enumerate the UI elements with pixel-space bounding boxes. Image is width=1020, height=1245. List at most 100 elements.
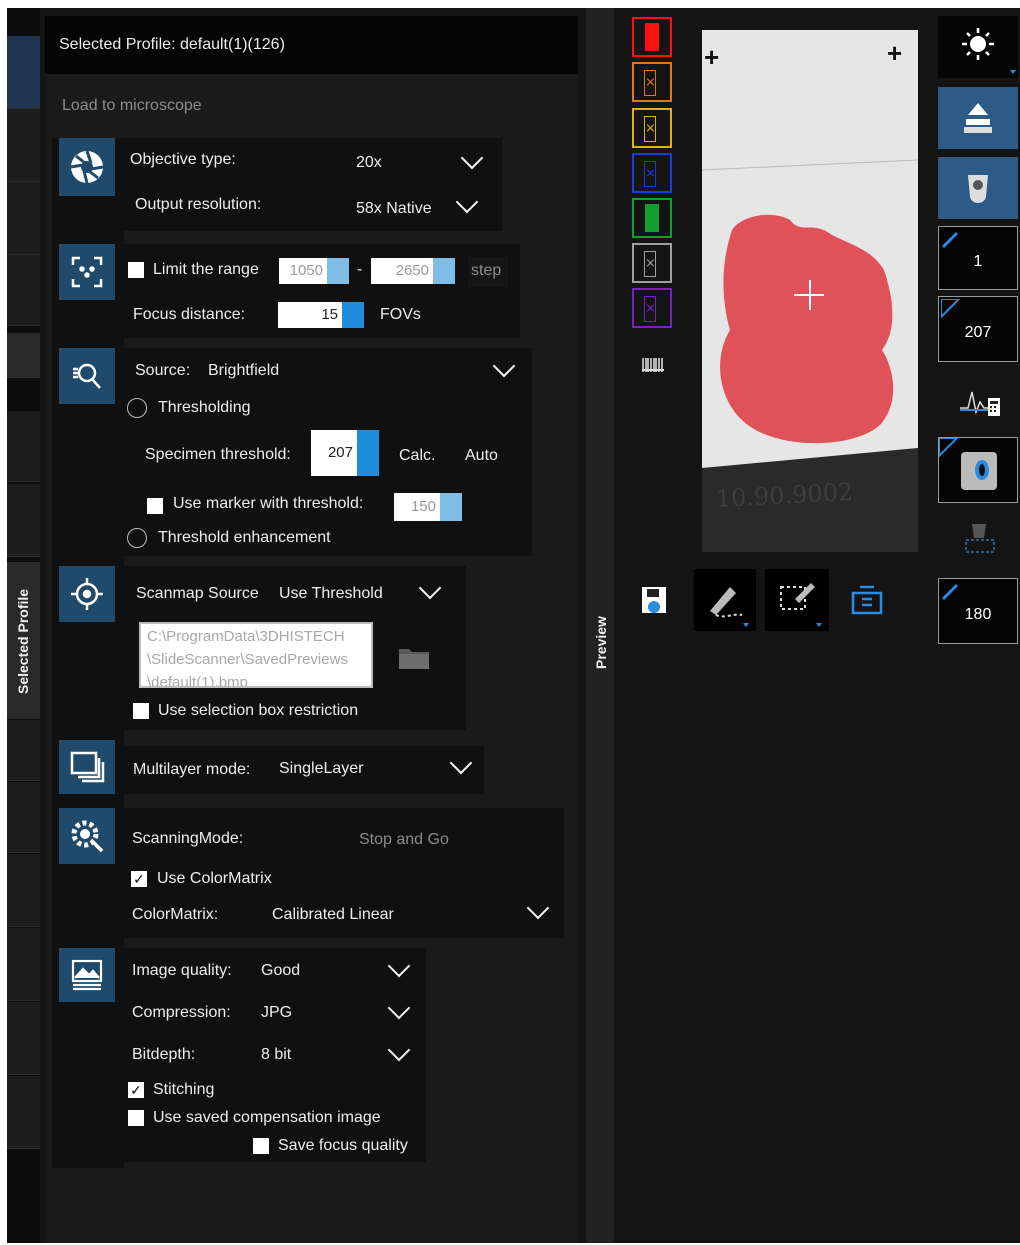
compensation-label: Use saved compensation image: [153, 1109, 381, 1126]
objective-type-dropdown[interactable]: 20x: [345, 146, 493, 178]
bitdepth-label: Bitdepth:: [132, 1046, 196, 1063]
chevron-down-icon: [460, 146, 484, 170]
calc-button[interactable]: Calc.: [399, 447, 435, 465]
stage-disabled-icon: [962, 522, 998, 561]
image-quality-dropdown[interactable]: Good: [250, 954, 418, 987]
colormatrix-label: ColorMatrix:: [132, 906, 219, 923]
scanmap-source-label: Scanmap Source: [136, 585, 259, 602]
auto-button[interactable]: Auto: [465, 447, 498, 465]
multilayer-dropdown[interactable]: SingleLayer: [268, 751, 480, 786]
strip-tab[interactable]: [7, 109, 40, 182]
color-swatch-gray[interactable]: ⨯: [632, 243, 672, 283]
strip-tab[interactable]: [7, 928, 40, 1001]
objective-lens-button[interactable]: [938, 157, 1018, 219]
use-colormatrix-checkbox[interactable]: ✓: [131, 871, 147, 887]
compression-value: JPG: [261, 1004, 293, 1021]
step-button[interactable]: step: [468, 257, 508, 287]
marker-threshold-spinner[interactable]: [440, 493, 462, 521]
value-box-1[interactable]: 1: [938, 226, 1018, 290]
tab-selected-profile-label: Selected Profile: [15, 588, 31, 694]
use-marker-checkbox[interactable]: [147, 498, 163, 514]
stitching-checkbox[interactable]: ✓: [128, 1082, 144, 1098]
plus-icon[interactable]: +: [887, 38, 902, 69]
load-to-microscope-link[interactable]: Load to microscope: [62, 97, 202, 115]
objective-type-value: 20x: [356, 154, 382, 171]
strip-tab[interactable]: [7, 1002, 40, 1075]
range-from-input[interactable]: 1050: [279, 258, 327, 284]
save-icon[interactable]: [640, 585, 668, 622]
barcode-icon[interactable]: [642, 358, 664, 377]
value-box-3[interactable]: 180: [938, 578, 1018, 644]
scanmap-path-field[interactable]: C:\ProgramData\3DHISTECH \SlideScanner\S…: [139, 622, 373, 688]
output-resolution-dropdown[interactable]: 58x Native: [345, 190, 493, 224]
source-search-icon: [59, 348, 115, 404]
draw-tool-button[interactable]: [694, 569, 756, 631]
limit-range-label: Limit the range: [153, 261, 259, 278]
stage-icon[interactable]: [850, 583, 884, 624]
strip-tab[interactable]: [7, 333, 40, 378]
contrast-button[interactable]: [938, 437, 1018, 503]
tab-preview[interactable]: Preview: [586, 8, 614, 1243]
scanmap-source-dropdown[interactable]: Use Threshold: [268, 576, 450, 610]
color-swatch-purple[interactable]: ⨯: [632, 288, 672, 328]
threshold-enhancement-toggle[interactable]: Threshold enhancement: [158, 529, 331, 547]
color-swatch-yellow[interactable]: ⨯: [632, 108, 672, 148]
bitdepth-dropdown[interactable]: 8 bit: [250, 1038, 418, 1071]
calculator-icon[interactable]: [958, 384, 1002, 425]
strip-tab-active[interactable]: [7, 36, 40, 109]
color-swatch-blue[interactable]: ⨯: [632, 153, 672, 193]
step-label: step: [471, 262, 502, 279]
expand-down-icon[interactable]: [127, 528, 147, 548]
source-value: Brightfield: [208, 362, 280, 379]
compression-dropdown[interactable]: JPG: [250, 996, 418, 1029]
source-dropdown[interactable]: Brightfield: [198, 354, 528, 388]
focus-distance-spinner[interactable]: [342, 302, 364, 328]
multilayer-value: SingleLayer: [279, 760, 364, 777]
color-swatch-red[interactable]: [632, 17, 672, 57]
strip-tab[interactable]: [7, 720, 40, 781]
scanmap-path-line: C:\ProgramData\3DHISTECH: [147, 628, 345, 645]
range-to-spinner[interactable]: [433, 258, 455, 284]
eject-slide-button[interactable]: [938, 87, 1018, 149]
chevron-down-icon: [387, 954, 411, 978]
focus-distance-input[interactable]: 15: [278, 302, 342, 328]
specimen-threshold-input[interactable]: 207: [311, 430, 357, 476]
range-to-input[interactable]: 2650: [371, 258, 433, 284]
swatch-disabled-icon: ⨯: [644, 161, 656, 187]
tab-selected-profile[interactable]: Selected Profile: [7, 562, 40, 719]
strip-tab[interactable]: [7, 182, 40, 255]
strip-tab[interactable]: [7, 854, 40, 927]
chevron-down-icon: [526, 896, 550, 920]
colormatrix-value: Calibrated Linear: [272, 906, 394, 923]
strip-tab[interactable]: [7, 411, 40, 482]
value-box-threshold[interactable]: 207: [938, 296, 1018, 362]
marker-threshold-input[interactable]: 150: [394, 493, 440, 521]
strip-tab[interactable]: [7, 255, 40, 326]
limit-range-checkbox[interactable]: [128, 262, 144, 278]
specimen-threshold-spinner[interactable]: [357, 430, 379, 476]
range-dash: -: [357, 261, 363, 278]
selection-tool-button[interactable]: [765, 569, 829, 631]
range-from-spinner[interactable]: [327, 258, 349, 284]
chevron-down-icon: [387, 996, 411, 1020]
colormatrix-dropdown[interactable]: Calibrated Linear: [262, 896, 560, 931]
strip-tab[interactable]: [7, 782, 40, 853]
pencil-icon: [941, 231, 959, 249]
use-colormatrix-label: Use ColorMatrix: [157, 870, 272, 887]
color-swatch-orange[interactable]: ⨯: [632, 62, 672, 102]
color-swatch-green[interactable]: [632, 198, 672, 238]
strip-tab[interactable]: [7, 484, 40, 557]
compensation-checkbox[interactable]: [128, 1110, 144, 1126]
focus-quality-checkbox[interactable]: [253, 1138, 269, 1154]
brightness-button[interactable]: [938, 16, 1018, 78]
scanning-mode-label: ScanningMode:: [132, 830, 244, 847]
thresholding-toggle[interactable]: Thresholding: [158, 399, 251, 417]
folder-icon[interactable]: [398, 644, 430, 675]
layers-icon: [59, 740, 115, 794]
selection-box-checkbox[interactable]: [133, 703, 149, 719]
plus-icon[interactable]: +: [704, 42, 719, 73]
scanning-mode-value[interactable]: Stop and Go: [359, 831, 449, 849]
collapse-up-icon[interactable]: [127, 398, 147, 418]
strip-tab[interactable]: [7, 1076, 40, 1149]
slide-preview[interactable]: 10.90.9002: [702, 30, 918, 552]
